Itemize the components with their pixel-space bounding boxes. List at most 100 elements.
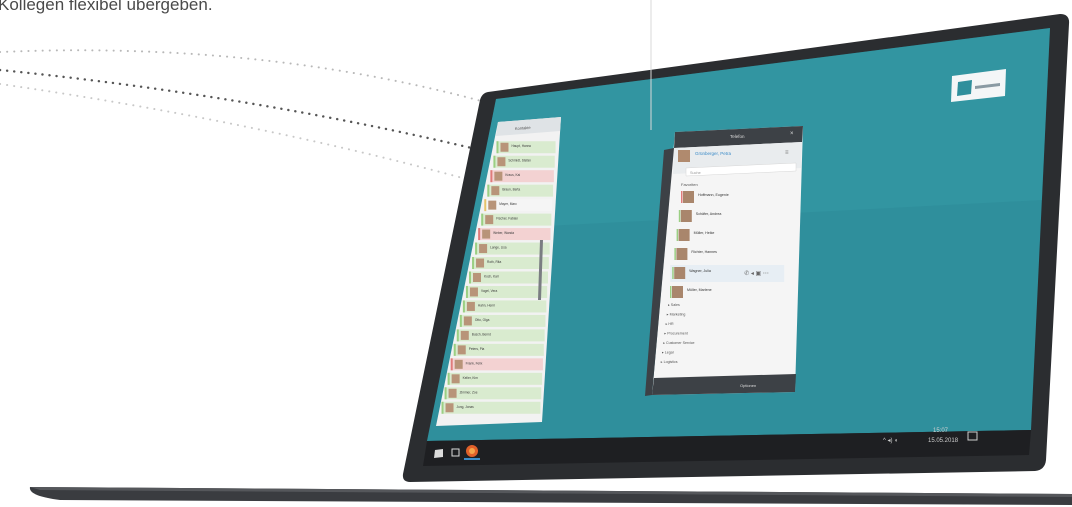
avatar xyxy=(672,286,683,298)
caller-name: Grünberger, Petra xyxy=(695,151,732,156)
favorite-contact-name: Schäfer, Andrea xyxy=(696,212,722,216)
avatar xyxy=(445,403,454,413)
presence-indicator xyxy=(487,184,490,197)
avatar xyxy=(448,388,457,398)
avatar xyxy=(463,316,472,326)
presence-indicator xyxy=(490,170,493,183)
caller-avatar xyxy=(678,150,690,162)
presence-indicator xyxy=(670,286,672,298)
presence-indicator xyxy=(453,343,456,356)
sidebar-contact-row[interactable]: Mayer, Marc xyxy=(484,199,553,212)
clock-time[interactable]: 15:07 xyxy=(933,428,949,434)
favorite-contact-row[interactable]: ✆ ◂ ▣ ⋯ Wagner, Julia xyxy=(670,265,785,282)
sidebar-contact-name: Keller, Kim xyxy=(463,376,479,380)
contact-group-item[interactable]: ▸ Sales xyxy=(668,303,680,307)
sidebar-contact-name: Haupt, Hanno xyxy=(511,144,531,148)
sidebar-contact-row[interactable]: Vogel, Vera xyxy=(465,285,548,298)
avatar xyxy=(678,229,690,241)
contact-group-item[interactable]: ▸ Marketing xyxy=(667,313,686,317)
avatar xyxy=(497,157,506,167)
presence-indicator xyxy=(462,300,465,313)
avatar xyxy=(676,248,688,260)
call-action-icons[interactable]: ✆ ◂ ▣ ⋯ xyxy=(744,270,769,277)
sidebar-contact-name: Mayer, Marc xyxy=(499,202,517,206)
presence-indicator xyxy=(472,257,475,270)
presence-indicator xyxy=(444,387,447,400)
avatar xyxy=(500,142,509,152)
sidebar-contact-row[interactable]: Peters, Pia xyxy=(453,343,544,356)
presence-indicator xyxy=(484,199,487,212)
sidebar-contact-name: Zimmer, Zoe xyxy=(460,390,478,394)
popup-footer[interactable]: Optionen xyxy=(740,383,756,388)
sidebar-contact-name: Fischer, Fabian xyxy=(496,217,518,221)
avatar xyxy=(494,171,503,181)
presence-indicator xyxy=(674,248,676,260)
sidebar-contact-row[interactable]: Lange, Lisa xyxy=(475,242,550,255)
contact-group-item[interactable]: ▸ Legal xyxy=(662,351,674,355)
avatar xyxy=(674,267,686,279)
presence-indicator xyxy=(441,401,444,414)
sidebar-contact-name: Busch, Bernd xyxy=(472,332,491,336)
contact-group-item[interactable]: ▸ Logistics xyxy=(661,360,678,364)
sidebar-contact-name: Jung, Jonas xyxy=(457,405,475,409)
contact-group-item[interactable]: ▸ HR xyxy=(666,322,674,326)
start-button[interactable] xyxy=(434,449,443,458)
sidebar-contact-row[interactable]: Hahn, Henri xyxy=(462,300,547,313)
presence-indicator xyxy=(681,191,683,203)
sidebar-contact-name: Otto, Olga xyxy=(475,318,490,322)
sidebar-contact-row[interactable]: Koch, Karl xyxy=(469,271,548,284)
sidebar-contact-name: Schmidt, Stefan xyxy=(508,159,531,163)
avatar xyxy=(454,359,463,369)
sidebar-contact-name: Koch, Karl xyxy=(484,275,499,279)
sidebar-contact-name: Hahn, Henri xyxy=(478,303,495,307)
sidebar-contact-row[interactable]: Haupt, Hanno xyxy=(496,141,556,154)
sidebar-contact-row[interactable]: Jung, Jonas xyxy=(441,401,541,414)
laptop-illustration: ^ ◂) ◖ 15:07 15.05.2018 Kontakte Haupt, … xyxy=(0,0,1072,505)
presence-indicator xyxy=(475,242,478,255)
sidebar-contact-row[interactable]: Keller, Kim xyxy=(447,372,543,385)
avatar xyxy=(488,200,497,210)
presence-indicator xyxy=(481,213,484,226)
presence-indicator xyxy=(493,155,496,168)
contact-group-item[interactable]: ▸ Customer Service xyxy=(663,341,694,345)
sidebar-contact-row[interactable]: Braun, Berta xyxy=(487,184,554,197)
sidebar-contact-name: Peters, Pia xyxy=(469,347,485,351)
favorites-section-label: Favoriten xyxy=(681,182,698,187)
favorite-contact-name: Müller, Marlene xyxy=(687,288,712,292)
presence-indicator xyxy=(465,285,468,298)
avatar xyxy=(473,273,481,282)
sidebar-contact-row[interactable]: Roth, Rita xyxy=(472,257,549,270)
avatar xyxy=(460,330,469,340)
avatar xyxy=(680,210,692,222)
favorite-contact-name: Müller, Heike xyxy=(694,231,715,235)
presence-indicator xyxy=(450,358,453,371)
tray-icons[interactable]: ^ ◂) ◖ xyxy=(883,438,898,444)
sidebar-contact-row[interactable]: Weber, Wanda xyxy=(478,228,551,241)
favorite-contact-name: Richter, Hannes xyxy=(691,250,717,254)
sidebar-contact-row[interactable]: Otto, Olga xyxy=(459,314,546,327)
sidebar-contact-name: Lange, Lisa xyxy=(490,246,507,250)
presence-indicator xyxy=(456,329,459,342)
clock-date[interactable]: 15.05.2018 xyxy=(928,438,959,444)
avatar xyxy=(466,301,475,311)
sidebar-contact-row[interactable]: Zimmer, Zoe xyxy=(444,387,542,400)
sidebar-contact-row[interactable]: Schmidt, Stefan xyxy=(493,155,555,168)
menu-icon[interactable]: ≡ xyxy=(785,150,789,156)
avatar xyxy=(491,186,500,196)
avatar xyxy=(485,215,494,225)
avatar xyxy=(451,374,460,384)
sidebar-contact-row[interactable]: Busch, Bernd xyxy=(456,329,545,342)
contact-group-item[interactable]: ▸ Procurement xyxy=(664,332,687,336)
presence-indicator xyxy=(496,141,499,154)
avatar xyxy=(683,191,694,203)
avatar xyxy=(457,345,466,355)
close-icon[interactable]: × xyxy=(790,131,794,137)
presence-indicator xyxy=(447,372,450,385)
search-placeholder: Suche xyxy=(690,171,701,175)
sidebar-contact-row[interactable]: Kraus, Kai xyxy=(490,170,554,183)
presence-indicator xyxy=(672,267,674,279)
avatar xyxy=(479,244,488,254)
presence-indicator xyxy=(469,271,471,284)
sidebar-contact-row[interactable]: Fischer, Fabian xyxy=(481,213,552,226)
sidebar-contact-row[interactable]: Frank, Felix xyxy=(450,358,543,371)
